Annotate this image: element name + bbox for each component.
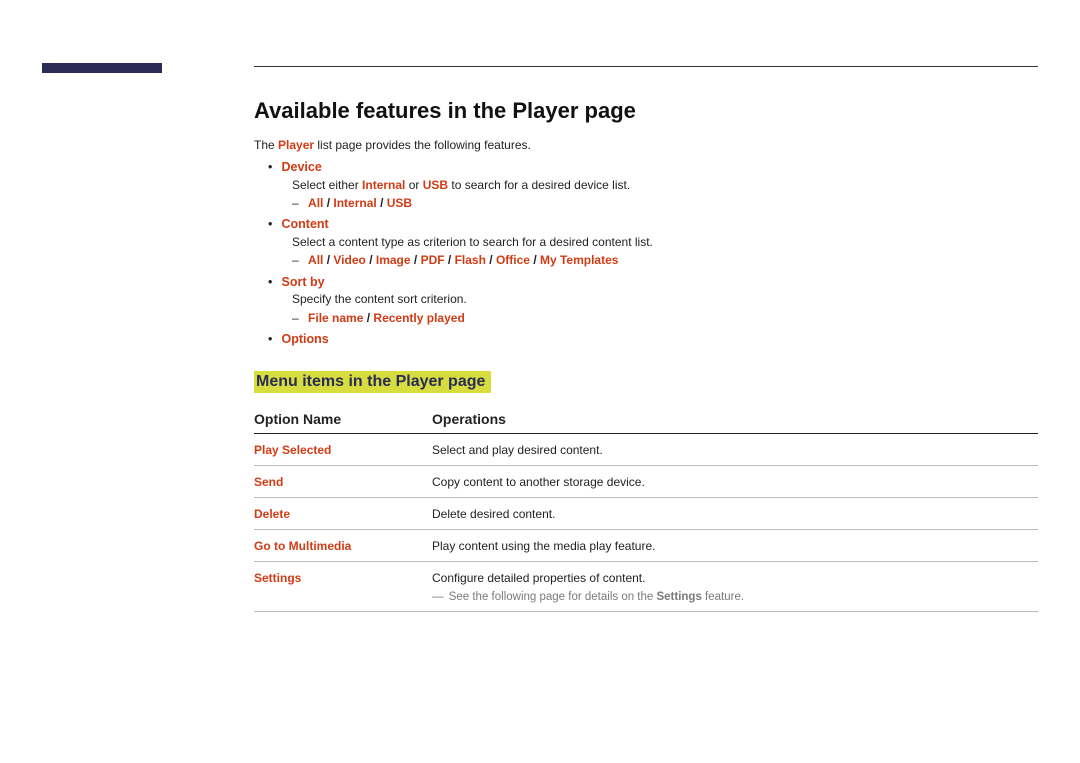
feature-sortby-sub: ‒ File name / Recently played <box>292 309 1038 328</box>
feature-device-desc: Select either Internal or USB to search … <box>292 177 1038 194</box>
sub-heading: Menu items in the Player page <box>254 371 491 393</box>
sep: / <box>448 253 455 267</box>
sep: / <box>489 253 496 267</box>
table-header-ops: Operations <box>432 411 1038 427</box>
accent-bar <box>42 63 162 73</box>
feature-label: Device <box>281 160 321 174</box>
sub-opt: PDF <box>421 253 445 267</box>
intro-text: The Player list page provides the follow… <box>254 138 1038 152</box>
sub-opt: All <box>308 196 323 210</box>
table-header-name: Option Name <box>254 411 432 427</box>
intro-term: Player <box>278 138 314 152</box>
table-header: Option Name Operations <box>254 411 1038 434</box>
bullet-icon: • <box>268 330 278 349</box>
feature-content: • Content <box>268 215 1038 234</box>
option-name: Settings <box>254 571 432 603</box>
option-name: Go to Multimedia <box>254 539 432 553</box>
option-name: Delete <box>254 507 432 521</box>
option-note: ― See the following page for details on … <box>432 591 1038 603</box>
option-op: Play content using the media play featur… <box>432 539 1038 553</box>
option-op: Copy content to another storage device. <box>432 475 1038 489</box>
bullet-icon: • <box>268 158 278 177</box>
feature-list: • Device Select either Internal or USB t… <box>268 158 1038 349</box>
options-table: Option Name Operations Play Selected Sel… <box>254 411 1038 612</box>
feature-sortby-desc: Specify the content sort criterion. <box>292 291 1038 308</box>
table-row: Send Copy content to another storage dev… <box>254 466 1038 498</box>
option-op: Delete desired content. <box>432 507 1038 521</box>
feature-label: Options <box>281 332 328 346</box>
option-name: Send <box>254 475 432 489</box>
sep: / <box>533 253 540 267</box>
sub-opt: USB <box>387 196 412 210</box>
page-heading: Available features in the Player page <box>254 98 1038 124</box>
feature-device-sub: ‒ All / Internal / USB <box>292 194 1038 213</box>
document-page: Available features in the Player page Th… <box>0 0 1080 763</box>
sub-opt: Internal <box>333 196 376 210</box>
option-name: Play Selected <box>254 443 432 457</box>
desc-mid: or <box>405 178 422 192</box>
sub-opt: Flash <box>455 253 486 267</box>
table-row: Delete Delete desired content. <box>254 498 1038 530</box>
dash-icon: ‒ <box>292 253 299 267</box>
option-op: Configure detailed properties of content… <box>432 571 1038 585</box>
note-dash-icon: ― <box>432 591 443 603</box>
note-bold: Settings <box>656 591 701 603</box>
intro-pre: The <box>254 138 278 152</box>
sep: / <box>414 253 421 267</box>
option-op-cell: Configure detailed properties of content… <box>432 571 1038 603</box>
feature-label: Sort by <box>281 275 324 289</box>
dash-icon: ‒ <box>292 311 299 325</box>
bullet-icon: • <box>268 273 278 292</box>
desc-opt2: USB <box>423 178 448 192</box>
table-row: Go to Multimedia Play content using the … <box>254 530 1038 562</box>
sub-opt: Office <box>496 253 530 267</box>
sub-opt: My Templates <box>540 253 618 267</box>
sub-opt: File name <box>308 311 363 325</box>
sep: / <box>369 253 376 267</box>
feature-content-sub: ‒ All / Video / Image / PDF / Flash / Of… <box>292 251 1038 270</box>
sub-opt: Recently played <box>373 311 464 325</box>
desc-post: to search for a desired device list. <box>448 178 630 192</box>
table-row: Play Selected Select and play desired co… <box>254 434 1038 466</box>
sep: / <box>380 196 387 210</box>
option-op: Select and play desired content. <box>432 443 1038 457</box>
sub-opt: Video <box>333 253 365 267</box>
note-post: feature. <box>702 591 744 603</box>
intro-post: list page provides the following feature… <box>314 138 531 152</box>
sub-opt: All <box>308 253 323 267</box>
feature-content-desc: Select a content type as criterion to se… <box>292 234 1038 251</box>
content-area: Available features in the Player page Th… <box>254 98 1038 612</box>
feature-label: Content <box>281 217 328 231</box>
table-row: Settings Configure detailed properties o… <box>254 562 1038 612</box>
feature-sortby: • Sort by <box>268 273 1038 292</box>
note-pre: See the following page for details on th… <box>449 591 657 603</box>
desc-pre: Select either <box>292 178 362 192</box>
sub-opt: Image <box>376 253 411 267</box>
bullet-icon: • <box>268 215 278 234</box>
desc-opt1: Internal <box>362 178 405 192</box>
feature-device: • Device <box>268 158 1038 177</box>
top-horizontal-rule <box>254 66 1038 67</box>
dash-icon: ‒ <box>292 196 299 210</box>
feature-options: • Options <box>268 330 1038 349</box>
